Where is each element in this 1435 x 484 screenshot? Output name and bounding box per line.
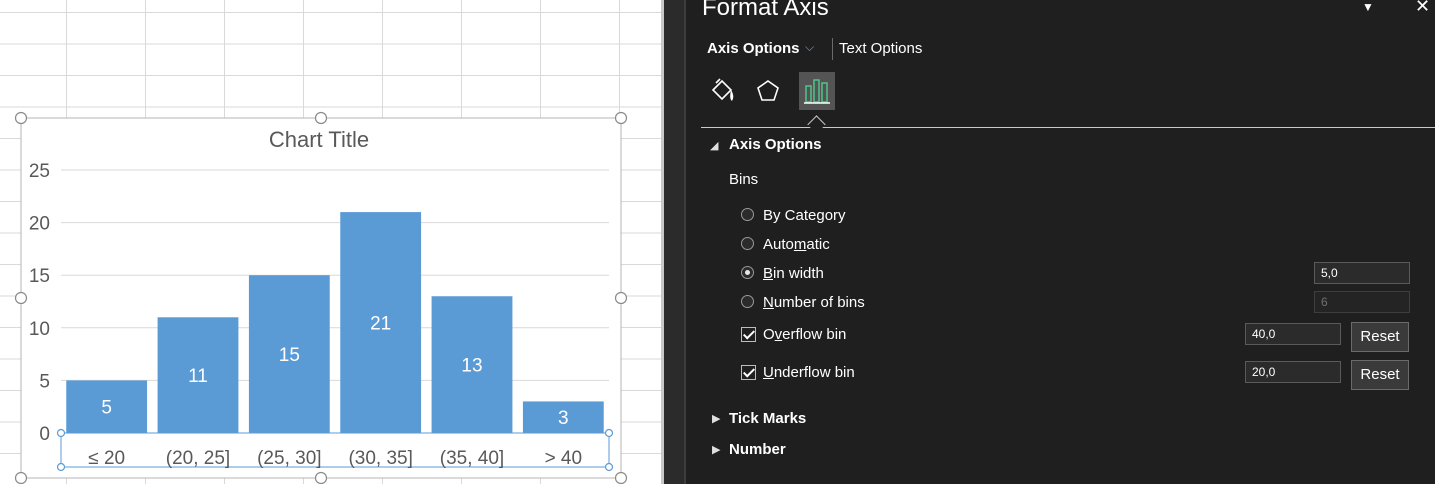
- axis-selection-handle[interactable]: [604, 462, 614, 472]
- overflow-bin-label[interactable]: Overflow bin: [763, 326, 846, 343]
- y-tick-label: 15: [29, 266, 50, 287]
- by-category-label[interactable]: By Category: [763, 207, 846, 224]
- underflow-bin-input[interactable]: [1245, 361, 1341, 383]
- expand-triangle-icon[interactable]: ▶: [712, 412, 720, 425]
- data-label: 13: [461, 356, 482, 377]
- chart-resize-handle[interactable]: [314, 111, 328, 125]
- y-tick-label: 25: [29, 161, 50, 182]
- chart-title[interactable]: Chart Title: [269, 127, 369, 152]
- chart-resize-handle[interactable]: [314, 471, 328, 484]
- radio-number-of-bins[interactable]: [741, 295, 754, 308]
- tab-text-options[interactable]: Text Options: [839, 40, 922, 57]
- expand-triangle-icon[interactable]: ▶: [712, 443, 720, 456]
- fill-line-icon[interactable]: [704, 72, 740, 110]
- pane-splitter[interactable]: [664, 0, 684, 484]
- close-icon[interactable]: ✕: [1415, 0, 1430, 17]
- chart-resize-handle[interactable]: [14, 291, 28, 305]
- pane-title: Format Axis: [702, 0, 829, 21]
- selection-notch: [807, 115, 826, 134]
- bin-width-input[interactable]: [1314, 262, 1410, 284]
- data-label: 11: [188, 366, 208, 387]
- chart-resize-handle[interactable]: [614, 111, 628, 125]
- bins-label: Bins: [729, 171, 759, 188]
- chart-resize-handle[interactable]: [614, 291, 628, 305]
- chart-resize-handle[interactable]: [614, 471, 628, 484]
- axis-selection-handle[interactable]: [56, 428, 66, 438]
- number-of-bins-label[interactable]: Number of bins: [763, 294, 865, 311]
- x-tick-label[interactable]: (25, 30]: [257, 448, 321, 469]
- section-number[interactable]: Number: [729, 441, 786, 458]
- tab-axis-options[interactable]: Axis Options: [707, 40, 800, 57]
- y-tick-label: 10: [29, 319, 50, 340]
- x-tick-label[interactable]: (20, 25]: [166, 448, 230, 469]
- automatic-label[interactable]: Automatic: [763, 236, 830, 253]
- axis-options-icon[interactable]: [799, 72, 835, 110]
- effects-icon[interactable]: [750, 72, 786, 110]
- chevron-down-icon[interactable]: ⌵: [805, 40, 814, 55]
- x-tick-label[interactable]: (35, 40]: [440, 448, 504, 469]
- underflow-bin-label[interactable]: Underflow bin: [763, 364, 855, 381]
- y-tick-label: 20: [29, 214, 50, 235]
- chart-resize-handle[interactable]: [14, 471, 28, 484]
- tab-separator: [832, 38, 833, 60]
- section-tick-marks[interactable]: Tick Marks: [729, 410, 806, 427]
- overflow-bin-checkbox[interactable]: [741, 327, 756, 342]
- data-label: 5: [101, 398, 112, 419]
- data-label: 15: [279, 345, 300, 366]
- data-label: 21: [370, 314, 391, 335]
- axis-selection-handle[interactable]: [56, 462, 66, 472]
- underflow-reset-button[interactable]: Reset: [1351, 360, 1409, 390]
- data-label: 3: [558, 408, 569, 429]
- section-axis-options[interactable]: Axis Options: [729, 136, 822, 153]
- y-tick-label: 0: [39, 424, 50, 445]
- radio-bin-width[interactable]: [741, 266, 754, 279]
- overflow-bin-input[interactable]: [1245, 323, 1341, 345]
- underflow-bin-checkbox[interactable]: [741, 365, 756, 380]
- radio-automatic[interactable]: [741, 237, 754, 250]
- radio-by-category[interactable]: [741, 208, 754, 221]
- x-tick-label[interactable]: (30, 35]: [348, 448, 412, 469]
- format-axis-pane: Format Axis ▼ ✕ Axis Options ⌵ Text Opti…: [686, 0, 1435, 484]
- overflow-reset-button[interactable]: Reset: [1351, 322, 1409, 352]
- collapse-triangle-icon[interactable]: ◢: [710, 139, 718, 152]
- chevron-down-icon[interactable]: ▼: [1362, 0, 1374, 14]
- axis-selection-handle[interactable]: [604, 428, 614, 438]
- x-tick-label[interactable]: ≤ 20: [88, 448, 125, 469]
- number-of-bins-input: [1314, 291, 1410, 313]
- y-tick-label: 5: [39, 371, 50, 392]
- histogram-chart[interactable]: Chart Title 0 5 10 15 20 25 5 11 15 21 13 3 ≤ 20 (2…: [0, 0, 661, 484]
- bin-width-label[interactable]: Bin width: [763, 265, 824, 282]
- x-tick-label[interactable]: > 40: [545, 448, 583, 469]
- chart-resize-handle[interactable]: [14, 111, 28, 125]
